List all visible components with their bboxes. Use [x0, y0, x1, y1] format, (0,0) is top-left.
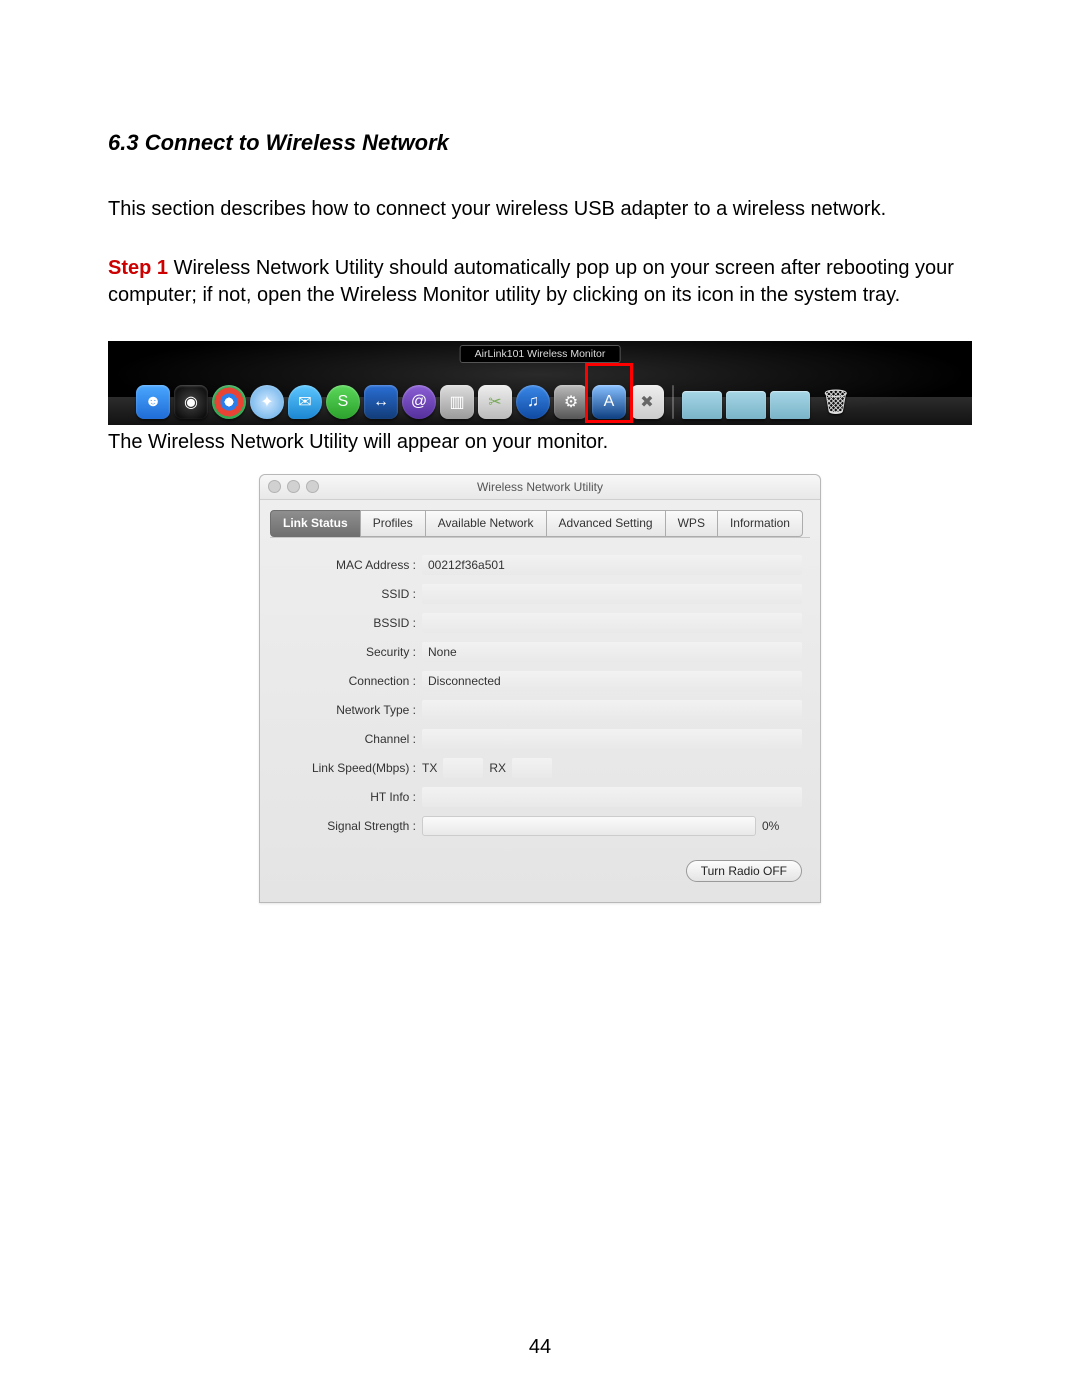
section-heading: 6.3 Connect to Wireless Network	[108, 130, 972, 156]
bssid-label: BSSID :	[278, 616, 422, 630]
dashboard-icon[interactable]: ◉	[174, 385, 208, 419]
dock-folder-2[interactable]	[726, 391, 766, 419]
mac-address-label: MAC Address :	[278, 558, 422, 572]
dock-folder-3[interactable]	[770, 391, 810, 419]
trash-icon[interactable]: 🗑	[820, 385, 852, 419]
link-speed-label: Link Speed(Mbps) :	[278, 761, 422, 775]
tab-available-network[interactable]: Available Network	[425, 510, 547, 537]
ssid-value	[422, 584, 802, 604]
mac-address-value: 00212f36a501	[422, 555, 802, 575]
bssid-value	[422, 613, 802, 633]
finder-icon[interactable]: ☻	[136, 385, 170, 419]
zoom-icon[interactable]	[306, 480, 319, 493]
tx-label: TX	[422, 761, 437, 775]
skype-icon[interactable]: S	[326, 385, 360, 419]
security-value: None	[422, 642, 802, 662]
step-1-body: Wireless Network Utility should automati…	[108, 257, 954, 306]
network-type-label: Network Type :	[278, 703, 422, 717]
ssid-label: SSID :	[278, 587, 422, 601]
utility-title: Wireless Network Utility	[477, 480, 603, 494]
turn-radio-off-button[interactable]: Turn Radio OFF	[686, 860, 802, 882]
tab-profiles[interactable]: Profiles	[360, 510, 426, 537]
itunes-icon[interactable]: ♫	[516, 385, 550, 419]
ht-info-label: HT Info :	[278, 790, 422, 804]
dock-folder-1[interactable]	[682, 391, 722, 419]
rx-value	[512, 758, 552, 778]
tx-value	[443, 758, 483, 778]
tab-link-status[interactable]: Link Status	[270, 510, 361, 537]
teamviewer-icon[interactable]: ↔	[364, 385, 398, 419]
preview-icon[interactable]: ▥	[440, 385, 474, 419]
close-icon[interactable]	[268, 480, 281, 493]
channel-value	[422, 729, 802, 749]
minimize-icon[interactable]	[287, 480, 300, 493]
ht-info-value	[422, 787, 802, 807]
systempreferences-icon[interactable]: ⚙	[554, 385, 588, 419]
step-1-text: Step 1 Wireless Network Utility should a…	[108, 255, 972, 309]
tab-information[interactable]: Information	[717, 510, 803, 537]
connection-label: Connection :	[278, 674, 422, 688]
utility-titlebar: Wireless Network Utility	[260, 475, 820, 500]
dock-tooltip: AirLink101 Wireless Monitor	[460, 345, 621, 363]
tab-advanced-setting[interactable]: Advanced Setting	[546, 510, 666, 537]
mail-icon[interactable]: @	[402, 385, 436, 419]
utilities-icon[interactable]: ✖	[630, 385, 664, 419]
utility-window: Wireless Network Utility Link Status Pro…	[259, 474, 821, 903]
rx-label: RX	[489, 761, 506, 775]
connection-value: Disconnected	[422, 671, 802, 691]
ichat-icon[interactable]: ✉	[288, 385, 322, 419]
signal-strength-label: Signal Strength :	[278, 819, 422, 833]
safari-icon[interactable]: ✦	[250, 385, 284, 419]
highlight-box	[585, 363, 633, 423]
signal-strength-bar	[422, 816, 756, 836]
network-type-value	[422, 700, 802, 720]
grab-icon[interactable]: ✂	[478, 385, 512, 419]
step-1-label: Step 1	[108, 257, 168, 279]
channel-label: Channel :	[278, 732, 422, 746]
signal-strength-value: 0%	[756, 819, 802, 833]
dock-figure: AirLink101 Wireless Monitor ☻ ◉ ✦ ✉ S ↔ …	[108, 341, 972, 425]
security-label: Security :	[278, 645, 422, 659]
dock-divider	[672, 385, 674, 419]
tab-wps[interactable]: WPS	[665, 510, 718, 537]
intro-text: This section describes how to connect yo…	[108, 196, 972, 223]
page-number: 44	[0, 1336, 1080, 1359]
utility-tabs: Link Status Profiles Available Network A…	[260, 500, 820, 537]
caption-after-dock: The Wireless Network Utility will appear…	[108, 429, 972, 456]
chrome-icon[interactable]	[212, 385, 246, 419]
